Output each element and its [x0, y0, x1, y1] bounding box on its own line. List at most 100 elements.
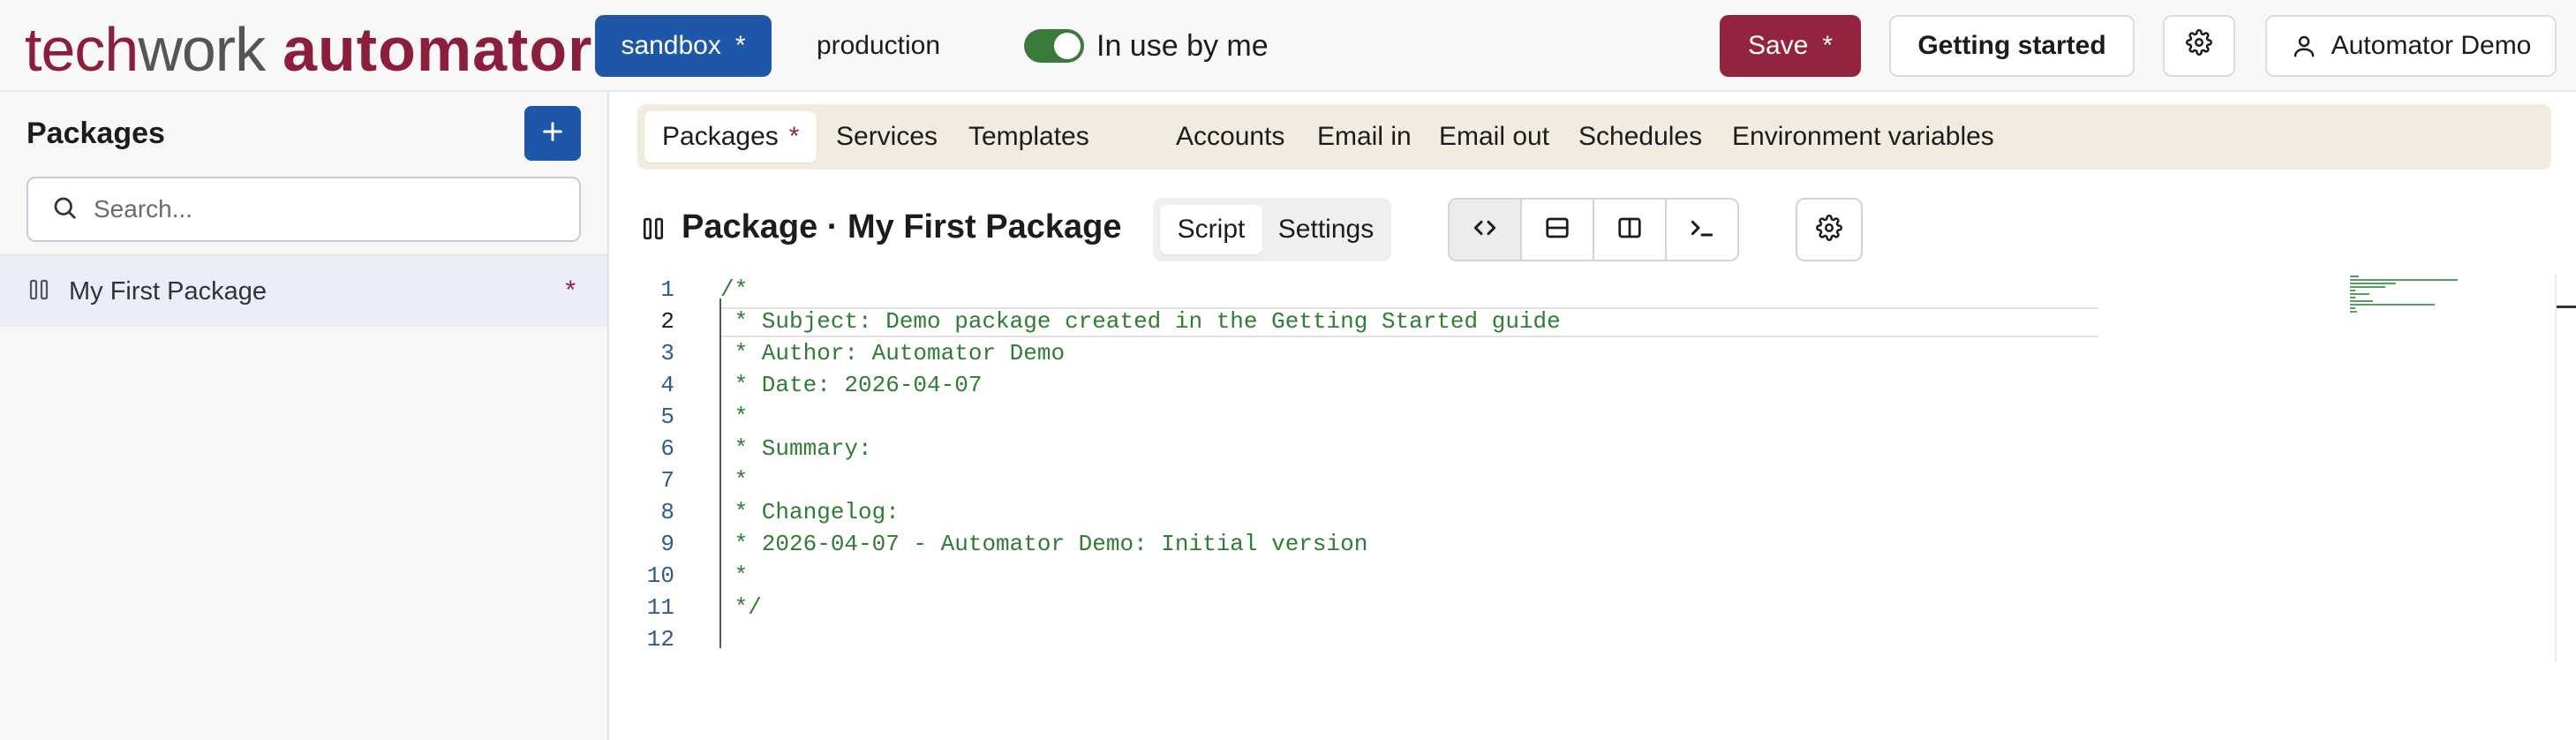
- code-text: * Subject: Demo package created in the G…: [720, 308, 1561, 335]
- tab-settings[interactable]: Settings: [1268, 205, 1384, 254]
- user-menu-button[interactable]: Automator Demo: [2265, 15, 2557, 77]
- code-line: 11 */: [637, 592, 2535, 623]
- code-line: 10 *: [637, 560, 2535, 592]
- code-line: 3 * Author: Automator Demo: [637, 337, 2535, 369]
- page-title: Package · My First Package: [682, 208, 1122, 245]
- code-view-button[interactable]: [1450, 200, 1522, 260]
- code-text: *: [720, 404, 749, 430]
- line-number: 10: [646, 563, 674, 589]
- user-icon: [2291, 33, 2317, 59]
- add-package-button[interactable]: [524, 106, 581, 161]
- search-input[interactable]: [94, 195, 553, 223]
- techwork-automator-logo[interactable]: techworkautomator.: [25, 14, 610, 84]
- line-number: 1: [660, 276, 674, 303]
- code-text: * Author: Automator Demo: [720, 340, 1066, 366]
- package-item-label: My First Package: [69, 276, 267, 306]
- code-text: * 2026-04-07 - Automator Demo: Initial v…: [720, 531, 1368, 557]
- code-line: 5 *: [637, 401, 2535, 433]
- tab-schedules[interactable]: Schedules: [1578, 111, 1702, 162]
- tab-environment-variables[interactable]: Environment variables: [1732, 111, 1994, 162]
- modified-indicator: *: [565, 276, 576, 305]
- code-line: 4 * Date: 2026-04-07: [637, 369, 2535, 401]
- gear-icon: [1816, 214, 1842, 245]
- modified-indicator: *: [1822, 31, 1834, 60]
- in-use-toggle[interactable]: In use by me: [1024, 26, 1269, 65]
- line-number: 9: [660, 531, 674, 557]
- split-vertical-icon: [1616, 215, 1643, 245]
- code-line: 7 *: [637, 464, 2535, 496]
- modified-indicator: *: [734, 31, 746, 60]
- in-use-label: In use by me: [1096, 28, 1269, 63]
- code-text: *: [720, 563, 749, 589]
- code-line: 8 * Changelog:: [637, 496, 2535, 528]
- search-icon: [51, 194, 78, 225]
- code-text: *: [720, 467, 749, 494]
- sidebar-title: Packages: [26, 117, 165, 150]
- tab-email-out[interactable]: Email out: [1439, 111, 1549, 162]
- editor-scrollbar-thumb[interactable]: [2557, 306, 2576, 308]
- env-sandbox-label: sandbox: [621, 31, 721, 60]
- gear-icon: [2186, 29, 2212, 63]
- line-number: 3: [660, 340, 674, 366]
- line-number: 8: [660, 499, 674, 525]
- user-name: Automator Demo: [2331, 31, 2532, 60]
- code-text: * Date: 2026-04-07: [720, 372, 983, 398]
- split-horizontal-icon: [1544, 215, 1570, 245]
- terminal-button[interactable]: [1667, 200, 1737, 260]
- logo-part-work: work: [138, 15, 266, 84]
- code-line: 1 /*: [637, 274, 2535, 306]
- logo-part-automator: automator: [282, 15, 593, 84]
- modified-indicator: *: [788, 122, 800, 151]
- save-button[interactable]: Save *: [1720, 15, 1861, 77]
- editor-minimap[interactable]: [2350, 276, 2465, 318]
- code-text: */: [720, 594, 762, 621]
- code-text: * Summary:: [720, 435, 872, 462]
- terminal-icon: [1688, 214, 1716, 246]
- main-tab-bar: Packages * Services Templates Accounts E…: [637, 104, 2551, 170]
- line-number: 5: [660, 404, 674, 430]
- sidebar: Packages My First Package *: [0, 92, 609, 740]
- package-icon: [642, 215, 665, 246]
- line-number: 7: [660, 467, 674, 494]
- layout-button-group: [1448, 198, 1739, 261]
- plus-icon: [540, 119, 565, 148]
- tab-services[interactable]: Services: [836, 111, 938, 162]
- line-number: 2: [660, 308, 674, 335]
- package-list-item[interactable]: My First Package *: [0, 256, 607, 327]
- line-number: 6: [660, 435, 674, 462]
- editor-scrollbar-track[interactable]: [2555, 274, 2557, 662]
- code-line: 2 * Subject: Demo package created in the…: [637, 306, 2535, 337]
- line-number: 11: [646, 594, 674, 621]
- env-sandbox-button[interactable]: sandbox *: [595, 15, 772, 77]
- tab-templates[interactable]: Templates: [968, 111, 1089, 162]
- env-production-button[interactable]: production: [790, 15, 967, 77]
- save-label: Save: [1747, 31, 1809, 60]
- getting-started-button[interactable]: Getting started: [1889, 15, 2135, 77]
- line-number: 4: [660, 372, 674, 398]
- toggle-switch[interactable]: [1024, 29, 1084, 63]
- code-editor[interactable]: 1 /* 2 * Subject: Demo package created i…: [637, 274, 2535, 662]
- code-line: 9 * 2026-04-07 - Automator Demo: Initial…: [637, 528, 2535, 560]
- tab-script[interactable]: Script: [1160, 205, 1262, 254]
- code-line: 12: [637, 623, 2535, 655]
- tab-email-in[interactable]: Email in: [1317, 111, 1412, 162]
- search-box[interactable]: [26, 177, 581, 242]
- view-mode-switch: Script Settings: [1153, 198, 1391, 261]
- code-line: 6 * Summary:: [637, 433, 2535, 464]
- toggle-knob: [1054, 33, 1081, 59]
- settings-button[interactable]: [2163, 15, 2235, 77]
- top-bar: techworkautomator. sandbox * production …: [0, 0, 2576, 92]
- tab-packages-label: Packages: [662, 122, 779, 151]
- package-settings-button[interactable]: [1796, 198, 1863, 261]
- split-vertical-button[interactable]: [1594, 200, 1667, 260]
- split-horizontal-button[interactable]: [1522, 200, 1594, 260]
- code-text: * Changelog:: [720, 499, 900, 525]
- tab-accounts[interactable]: Accounts: [1176, 111, 1284, 162]
- code-text: /*: [720, 276, 749, 303]
- env-production-label: production: [816, 31, 941, 60]
- package-icon: [28, 278, 49, 306]
- code-icon: [1471, 214, 1499, 246]
- tab-packages[interactable]: Packages *: [644, 111, 817, 162]
- logo-part-tech: tech: [25, 15, 139, 84]
- line-number: 12: [646, 626, 674, 653]
